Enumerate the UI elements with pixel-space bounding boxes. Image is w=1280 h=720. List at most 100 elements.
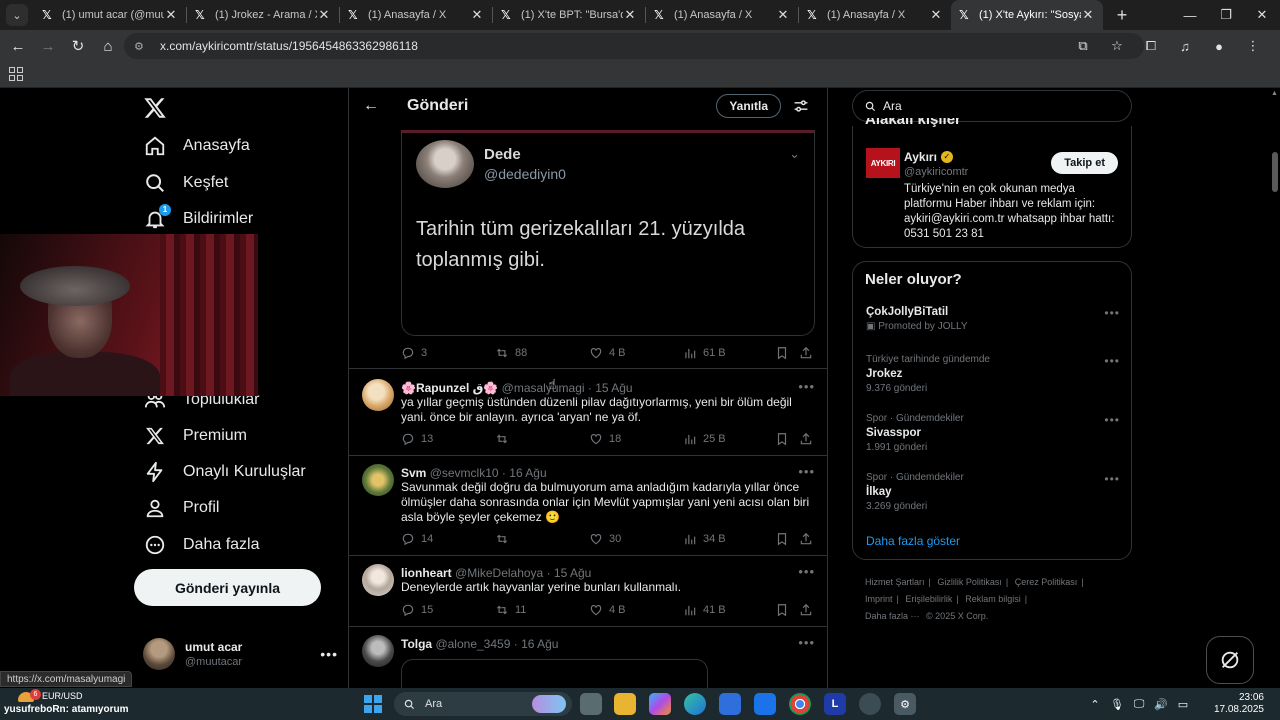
back-arrow-icon[interactable]: ← [363,97,383,115]
views-action[interactable]: 34 B [683,532,775,546]
footer-link[interactable]: Çerez Politikası [1015,577,1078,587]
forward-arrow-icon[interactable]: → [34,32,62,60]
footer-link[interactable]: Imprint [865,594,893,604]
page-scrollbar[interactable]: ▲ [1270,88,1280,688]
chevron-down-icon[interactable]: ⌄ [789,146,800,162]
more-dots-icon[interactable]: ••• [1104,354,1120,368]
chevron-up-icon[interactable]: ⌃ [1084,698,1106,711]
app-l-icon[interactable]: L [824,693,846,715]
battery-icon[interactable]: ▭ [1172,698,1194,711]
follow-button[interactable]: Takip et [1051,152,1118,174]
like-action[interactable]: 30 [589,532,683,546]
close-icon[interactable]: ✕ [776,7,790,23]
browser-tab[interactable]: 𝕏 (1) Jrokez - Arama / X ✕ [187,0,339,30]
microphone-icon[interactable]: 🎙 [1106,698,1128,711]
file-explorer-icon[interactable] [614,693,636,715]
outlook-icon[interactable] [754,693,776,715]
footer-link[interactable]: Hizmet Şartları [865,577,925,587]
bookmark-action[interactable] [775,346,799,360]
share-action[interactable] [799,346,815,360]
footer-link[interactable]: Reklam bilgisi [965,594,1021,604]
account-switcher[interactable]: umut acar @muutacar ••• [143,636,338,672]
trend-item[interactable]: Türkiye tarihinde gündemde Jrokez 9.376 … [866,354,1122,394]
reply-action[interactable]: 13 [401,432,495,446]
views-action[interactable]: 41 B [683,603,775,617]
widgets-button[interactable]: 6 EUR/USD yusufreboRn: atamıyorum [4,688,144,720]
browser-tab[interactable]: 𝕏 (1) Anasayfa / X ✕ [340,0,492,30]
reload-icon[interactable]: ↻ [64,32,92,60]
nav-item-more[interactable]: Daha fazla [143,527,260,563]
views-action[interactable]: 25 B [683,432,775,446]
star-icon[interactable]: ☆ [1102,38,1132,54]
browser-tab[interactable]: 𝕏 (1) umut acar (@muutacar) / X✕ [34,0,186,30]
nav-item-home[interactable]: Anasayfa [143,128,250,164]
more-dots-icon[interactable]: ••• [320,646,338,662]
more-dots-icon[interactable]: ••• [798,464,815,479]
tab-search-button[interactable]: ⌄ [6,4,28,26]
account-name-row[interactable]: Aykırı ✓ [904,150,953,164]
reply-button[interactable]: Yanıtla [716,94,781,118]
address-bar[interactable]: ⚙ x.com/aykiricomtr/status/1956454863362… [124,33,1144,59]
share-action[interactable] [799,432,815,446]
reply-action[interactable]: 14 [401,532,495,546]
footer-more-link[interactable]: Daha fazla ··· [865,611,920,621]
windows-start-icon[interactable] [364,695,382,713]
post-button[interactable]: Gönderi yayınla [134,569,321,606]
task-view-icon[interactable] [580,693,602,715]
close-icon[interactable]: ✕ [1081,7,1095,23]
more-dots-icon[interactable]: ••• [798,379,815,394]
reply-action[interactable]: 3 [401,346,495,360]
profile-avatar-icon[interactable]: ● [1204,39,1234,54]
more-dots-icon[interactable]: ••• [798,635,815,650]
avatar[interactable]: AYKIRI [866,148,900,178]
repost-action[interactable] [495,432,589,446]
share-action[interactable] [799,532,815,546]
bookmark-action[interactable] [775,532,799,546]
edge-icon[interactable] [684,693,706,715]
extensions-icon[interactable]: ⧠ [1136,38,1166,54]
nav-item-premium[interactable]: Premium [143,418,247,454]
app-recorder-icon[interactable] [859,693,881,715]
trend-item[interactable]: Spor · Gündemdekiler İlkay 3.269 gönderi… [866,472,1122,512]
like-action[interactable]: 4 B [589,346,683,360]
close-icon[interactable]: ✕ [470,7,484,23]
more-dots-icon[interactable]: ••• [1104,413,1120,427]
close-icon[interactable]: ✕ [317,7,331,23]
clock[interactable]: 23:06 17.08.2025 [1202,692,1264,716]
x-logo-icon[interactable] [143,96,167,120]
volume-icon[interactable]: 🔊 [1150,698,1172,711]
sliders-icon[interactable] [793,98,813,114]
apps-grid-icon[interactable] [9,67,23,81]
like-action[interactable]: 18 [589,432,683,446]
reply-action[interactable]: 15 [401,603,495,617]
browser-tab-active[interactable]: 𝕏 (1) X'te Aykırı: "Sosyal ✕ [951,0,1103,30]
store-icon[interactable] [719,693,741,715]
new-tab-button[interactable]: + [1109,5,1135,26]
share-action[interactable] [799,603,815,617]
nav-item-profile[interactable]: Profil [143,490,219,526]
bookmark-action[interactable] [775,432,799,446]
nav-item-explore[interactable]: Keşfet [143,165,228,201]
nav-item-verified-orgs[interactable]: Onaylı Kuruluşlar [143,454,306,490]
grok-button[interactable] [1206,636,1254,684]
taskbar-search[interactable]: Ara [394,692,572,716]
repost-action[interactable]: 11 [495,603,589,617]
minimize-icon[interactable]: — [1172,0,1208,30]
site-info-icon[interactable]: ⚙ [134,40,150,53]
trend-item[interactable]: Spor · Gündemdekiler Sivasspor 1.991 gön… [866,413,1122,453]
scroll-up-icon[interactable]: ▲ [1271,90,1278,97]
close-window-icon[interactable]: ✕ [1244,0,1280,30]
home-page-icon[interactable]: ⌂ [94,32,122,60]
kebab-menu-icon[interactable]: ⋮ [1238,38,1268,54]
chrome-icon[interactable] [789,693,811,715]
reply-media[interactable] [401,659,708,688]
network-icon[interactable]: 🖵 [1128,698,1150,711]
scroll-thumb[interactable] [1272,152,1278,192]
quoted-post[interactable]: Dede @dedediyin0 ⌄ Tarihin tüm gerizekal… [401,130,815,336]
copilot-icon[interactable] [649,693,671,715]
repost-action[interactable]: 88 [495,346,589,360]
browser-tab[interactable]: 𝕏 (1) X'te BPT: "Bursa'da ✕ [493,0,645,30]
browser-tab[interactable]: 𝕏 (1) Anasayfa / X ✕ [799,0,951,30]
repost-action[interactable] [495,532,589,546]
more-dots-icon[interactable]: ••• [1104,472,1120,486]
